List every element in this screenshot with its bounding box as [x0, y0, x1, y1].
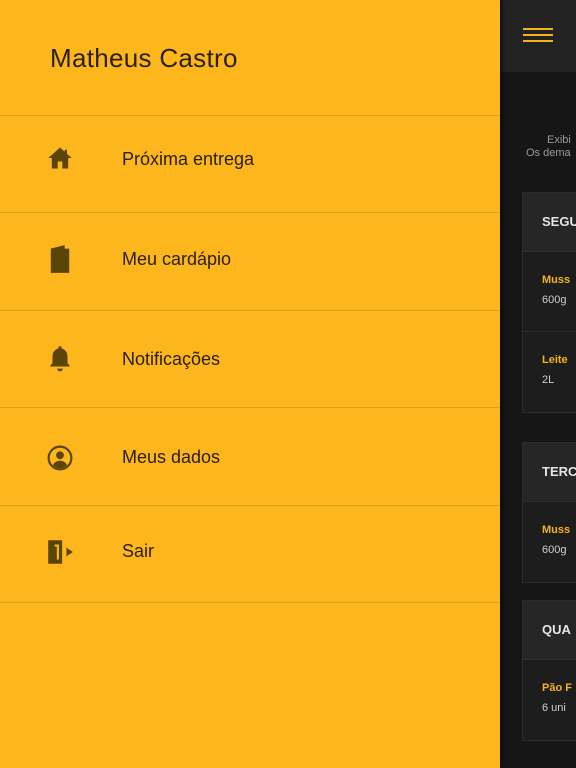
- day-card-header: TERC: [523, 443, 576, 502]
- day-card-segunda: SEGU Muss 600g Leite 2L: [522, 192, 576, 413]
- menu-item-notificacoes[interactable]: Notificações: [0, 311, 500, 407]
- menu-item-sair[interactable]: Sair: [0, 506, 500, 602]
- menu-item-meu-cardapio[interactable]: Meu cardápio: [0, 213, 500, 309]
- day-card-terca: TERC Muss 600g: [522, 442, 576, 583]
- day-card-quarta: QUA Pão F 6 uni: [522, 600, 576, 741]
- list-item[interactable]: Muss 600g: [523, 252, 576, 332]
- exit-door-icon: [44, 536, 76, 568]
- info-text: Exibi Os dema: [502, 134, 576, 160]
- item-quantity: 6 uni: [542, 702, 566, 714]
- day-card-header: SEGU: [523, 193, 576, 252]
- book-icon: [44, 243, 76, 275]
- list-item[interactable]: Pão F 6 uni: [523, 660, 576, 740]
- menu-item-label: Próxima entrega: [122, 149, 255, 169]
- info-line-1: Exibi: [547, 134, 571, 146]
- menu-item-meus-dados[interactable]: Meus dados: [0, 408, 500, 504]
- day-card-header: QUA: [523, 601, 576, 660]
- item-quantity: 600g: [542, 544, 567, 556]
- menu-item-label: Meus dados: [122, 447, 221, 467]
- navigation-drawer: Matheus Castro Próxima entrega Meu cardá…: [0, 0, 500, 768]
- list-item[interactable]: Leite 2L: [523, 332, 576, 412]
- item-quantity: 2L: [542, 374, 555, 386]
- bell-icon: [44, 343, 76, 375]
- home-icon: [44, 142, 76, 174]
- item-quantity: 600g: [542, 294, 567, 306]
- hamburger-menu-icon[interactable]: [523, 28, 553, 44]
- divider: [0, 602, 500, 603]
- list-item[interactable]: Muss 600g: [523, 502, 576, 582]
- menu-item-label: Meu cardápio: [122, 249, 232, 269]
- user-name: Matheus Castro: [50, 43, 238, 73]
- info-line-2: Os dema: [526, 147, 571, 159]
- item-name: Pão F: [542, 682, 572, 694]
- account-circle-icon: [44, 442, 76, 474]
- item-name: Muss: [542, 524, 571, 536]
- menu-item-proxima-entrega[interactable]: Próxima entrega: [0, 116, 500, 212]
- menu-item-label: Notificações: [122, 349, 221, 369]
- item-name: Muss: [542, 274, 571, 286]
- item-name: Leite: [542, 354, 568, 366]
- menu-item-label: Sair: [122, 541, 155, 561]
